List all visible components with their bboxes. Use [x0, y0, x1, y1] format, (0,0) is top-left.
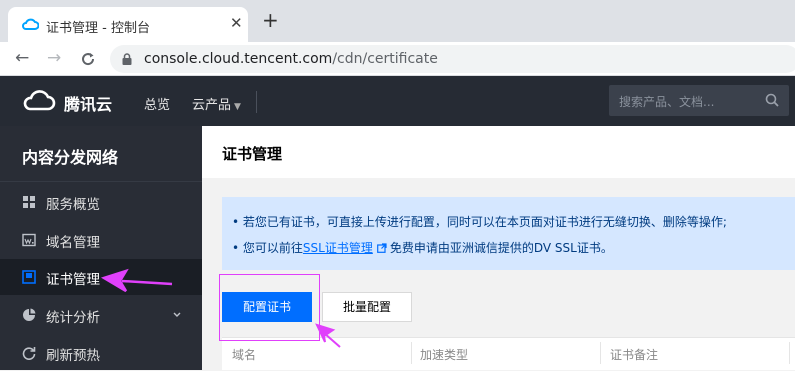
annotation-highlight-box [219, 274, 320, 341]
forward-arrow-icon[interactable]: → [47, 48, 61, 68]
address-bar[interactable]: console.cloud.tencent.com/cdn/certificat… [110, 45, 795, 73]
tencent-cloud-favicon-icon [22, 18, 39, 30]
certificate-icon [22, 270, 36, 284]
batch-configure-button[interactable]: 批量配置 [322, 292, 412, 322]
domain-icon [22, 233, 36, 247]
sidebar-divider [0, 181, 202, 182]
lock-icon[interactable] [122, 53, 132, 65]
sidebar-item-overview[interactable]: 服务概览 [0, 184, 202, 220]
tencent-cloud-logo-icon[interactable] [22, 90, 56, 112]
browser-tab-strip: 证书管理 - 控制台 ✕ + [0, 0, 795, 42]
browser-tab[interactable]: 证书管理 - 控制台 ✕ [8, 7, 248, 42]
url-host: console.cloud.tencent.com [144, 51, 333, 67]
nav-overview[interactable]: 总览 [144, 94, 170, 113]
console-search-input[interactable]: 搜索产品、文档... [609, 85, 789, 116]
sidebar-item-certificates[interactable]: 证书管理 [0, 259, 202, 295]
refresh-icon [22, 347, 36, 360]
sidebar-item-label: 刷新预热 [46, 348, 100, 364]
new-tab-button[interactable]: + [262, 10, 279, 30]
column-divider [789, 342, 790, 364]
sidebar-item-label: 统计分析 [46, 310, 100, 326]
search-icon[interactable] [765, 93, 779, 107]
pie-chart-icon [23, 308, 36, 321]
notice-text-1: 若您已有证书，可直接上传进行配置，同时可以在本页面对证书进行无缝切换、删除等操作… [242, 215, 727, 229]
sidebar-item-analytics[interactable]: 统计分析 [0, 297, 202, 333]
notice-line-1: • 若您已有证书，可直接上传进行配置，同时可以在本页面对证书进行无缝切换、删除等… [232, 215, 727, 229]
chevron-down-icon[interactable] [173, 312, 181, 318]
ssl-certificate-link[interactable]: SSL证书管理 [303, 241, 373, 255]
notice-text-2-prefix: 您可以前往 [242, 241, 303, 255]
brand-name[interactable]: 腾讯云 [64, 91, 112, 115]
grid-icon [23, 196, 35, 208]
column-certificate-note[interactable]: 证书备注 [610, 346, 658, 363]
page-title: 证书管理 [222, 145, 283, 163]
sidebar-item-label: 证书管理 [46, 272, 100, 288]
tab-title: 证书管理 - 控制台 [46, 21, 150, 36]
column-divider [411, 342, 412, 364]
page-header: 证书管理 [202, 126, 795, 178]
back-arrow-icon[interactable]: ← [15, 48, 29, 68]
sidebar-item-label: 服务概览 [46, 197, 100, 213]
console-header: 腾讯云 总览 云产品 ▼ 搜索产品、文档... [0, 76, 795, 126]
sidebar: 内容分发网络 服务概览 域名管理 证书管理 统计分析 刷新预热 [0, 126, 202, 370]
tab-close-icon[interactable]: ✕ [230, 14, 243, 32]
header-divider [256, 91, 257, 113]
url-text: console.cloud.tencent.com/cdn/certificat… [144, 51, 438, 67]
url-path: /cdn/certificate [332, 51, 438, 67]
table-header: 域名 加速类型 证书备注 [222, 337, 795, 370]
sidebar-item-label: 域名管理 [46, 235, 100, 251]
search-placeholder: 搜索产品、文档... [619, 95, 715, 109]
notice-line-2: • 您可以前往SSL证书管理 免费申请由亚洲诚信提供的DV SSL证书。 [232, 241, 613, 255]
column-divider [600, 342, 601, 364]
sidebar-item-domains[interactable]: 域名管理 [0, 222, 202, 258]
notice-text-2-suffix: 免费申请由亚洲诚信提供的DV SSL证书。 [389, 241, 613, 255]
sidebar-title: 内容分发网络 [22, 148, 119, 167]
info-notice: • 若您已有证书，可直接上传进行配置，同时可以在本页面对证书进行无缝切换、删除等… [222, 197, 795, 270]
nav-products-label: 云产品 [192, 98, 232, 113]
column-domain[interactable]: 域名 [232, 346, 256, 363]
caret-down-icon: ▼ [234, 102, 241, 112]
browser-toolbar: ← → console.cloud.tencent.com/cdn/certif… [0, 42, 795, 76]
external-link-icon[interactable] [376, 243, 387, 253]
nav-products[interactable]: 云产品 ▼ [192, 94, 241, 113]
sidebar-item-refresh[interactable]: 刷新预热 [0, 335, 202, 371]
column-acceleration-type[interactable]: 加速类型 [420, 346, 468, 363]
reload-icon[interactable] [80, 51, 96, 67]
